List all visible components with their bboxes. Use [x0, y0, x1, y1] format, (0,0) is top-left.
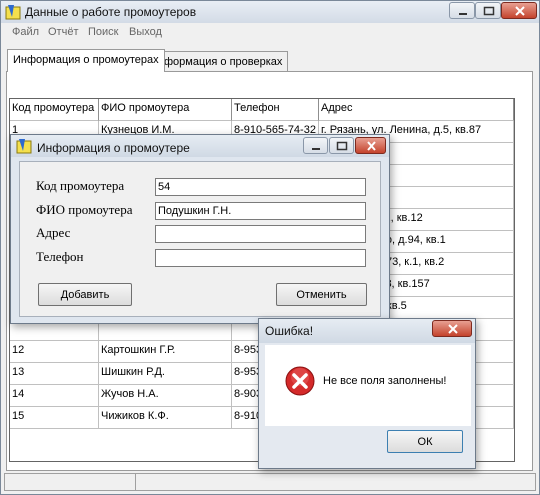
fio-input[interactable]: Подушкин Г.Н.: [155, 202, 366, 220]
error-message: Не все поля заполнены!: [323, 375, 447, 387]
promoter-dialog: Информация о промоутере Код промоутера 5…: [10, 134, 390, 324]
status-divider: [135, 474, 136, 490]
menu-report[interactable]: Отчёт: [48, 26, 78, 38]
dialog-minimize-button[interactable]: [303, 137, 328, 154]
error-close-button[interactable]: [432, 320, 472, 337]
maximize-icon: [336, 141, 348, 151]
close-icon: [448, 324, 458, 334]
field-label-address: Адрес: [36, 225, 71, 240]
status-bar: [4, 473, 536, 491]
field-label-phone: Телефон: [36, 249, 84, 264]
tab-inspections[interactable]: Информация о проверках: [144, 51, 289, 72]
phone-input[interactable]: [155, 249, 366, 267]
column-header[interactable]: Телефон: [232, 99, 319, 121]
column-header[interactable]: Адрес: [319, 99, 514, 121]
close-button[interactable]: [501, 2, 537, 19]
app-icon: [5, 5, 21, 20]
promoter-dialog-titlebar[interactable]: Информация о промоутере: [11, 135, 389, 157]
table-cell[interactable]: 15: [10, 407, 99, 429]
close-icon: [515, 6, 525, 16]
error-icon: [285, 366, 315, 396]
maximize-button[interactable]: [475, 2, 501, 19]
cancel-button[interactable]: Отменить: [276, 283, 367, 306]
error-dialog: Ошибка! Не все поля заполнены! ОК: [258, 318, 476, 469]
main-titlebar[interactable]: Данные о работе промоутеров: [1, 1, 539, 23]
field-label-code: Код промоутера: [36, 178, 125, 193]
code-input[interactable]: 54: [155, 178, 366, 196]
ok-button[interactable]: ОК: [387, 430, 463, 453]
menu-search[interactable]: Поиск: [88, 26, 118, 38]
promoter-dialog-body: Код промоутера 54 ФИО промоутера Подушки…: [19, 161, 381, 317]
add-button[interactable]: Добавить: [38, 283, 132, 306]
menu-bar: Файл Отчёт Поиск Выход: [6, 24, 534, 42]
close-icon: [367, 141, 376, 151]
table-cell[interactable]: 14: [10, 385, 99, 407]
address-input[interactable]: [155, 225, 366, 243]
menu-file[interactable]: Файл: [12, 26, 39, 38]
main-window-title: Данные о работе промоутеров: [25, 5, 197, 19]
table-cell[interactable]: 13: [10, 363, 99, 385]
tab-promoters[interactable]: Информация о промоутерах: [7, 49, 165, 72]
column-header[interactable]: ФИО промоутера: [99, 99, 232, 121]
column-header[interactable]: Код промоутера: [10, 99, 99, 121]
field-label-fio: ФИО промоутера: [36, 202, 133, 217]
minimize-button[interactable]: [449, 2, 475, 19]
table-cell[interactable]: Шишкин Р.Д.: [99, 363, 232, 385]
error-dialog-titlebar[interactable]: Ошибка!: [259, 319, 475, 343]
dialog-close-button[interactable]: [355, 137, 386, 154]
menu-exit[interactable]: Выход: [129, 26, 162, 38]
table-cell[interactable]: Картошкин Г.Р.: [99, 341, 232, 363]
dialog-app-icon: [16, 139, 32, 154]
minimize-icon: [312, 148, 320, 150]
error-dialog-title: Ошибка!: [265, 324, 314, 338]
dialog-maximize-button[interactable]: [329, 137, 354, 154]
table-cell[interactable]: Жучов Н.А.: [99, 385, 232, 407]
promoter-dialog-title: Информация о промоутере: [37, 141, 190, 155]
maximize-icon: [483, 6, 495, 16]
table-cell[interactable]: Чижиков К.Ф.: [99, 407, 232, 429]
error-dialog-content: Не все поля заполнены!: [265, 345, 471, 426]
minimize-icon: [459, 13, 467, 15]
table-cell[interactable]: 12: [10, 341, 99, 363]
